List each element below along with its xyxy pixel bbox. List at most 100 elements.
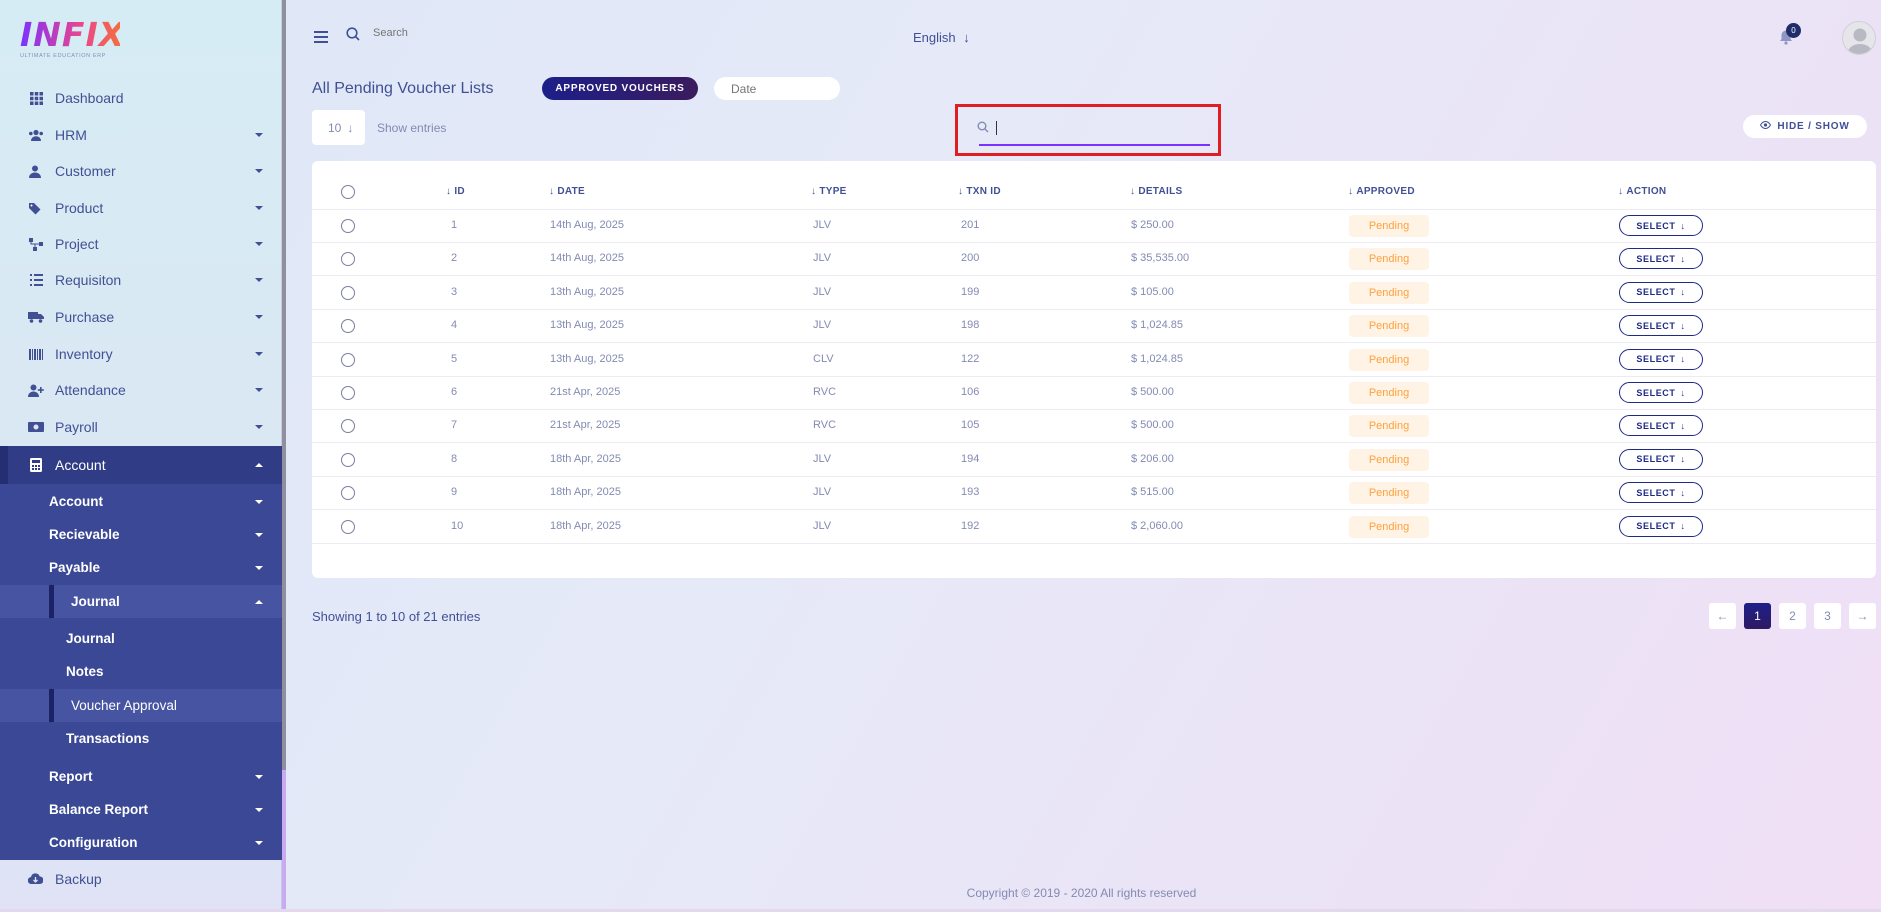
list-icon	[28, 273, 44, 287]
sidebar-item-label: Purchase	[55, 309, 115, 325]
brand-name: INFIX	[20, 15, 126, 54]
column-header-date[interactable]: ↓ DATE	[549, 186, 585, 197]
submenu-notes[interactable]: Notes	[0, 655, 282, 688]
row-divider	[312, 542, 1876, 544]
column-header-details[interactable]: ↓ DETAILS	[1130, 186, 1182, 197]
sidebar-item-payroll[interactable]: Payroll	[0, 409, 282, 445]
row-checkbox[interactable]	[341, 386, 355, 400]
submenu-configuration[interactable]: Configuration	[0, 826, 282, 859]
date-filter-input[interactable]	[714, 77, 840, 100]
prev-page-button[interactable]: ←	[1709, 603, 1736, 629]
entries-select[interactable]: 10 ↓	[312, 110, 365, 145]
column-header-action[interactable]: ↓ ACTION	[1618, 186, 1666, 197]
language-select[interactable]: English ↓	[913, 30, 970, 45]
sidebar-item-account[interactable]: Account	[0, 446, 282, 484]
row-checkbox[interactable]	[341, 319, 355, 334]
select-action-button[interactable]: SELECT ↓	[1619, 315, 1703, 337]
row-checkbox[interactable]	[341, 285, 355, 300]
cell-date: 13th Aug, 2025	[550, 285, 625, 298]
next-page-button[interactable]: →	[1849, 603, 1876, 629]
select-action-button[interactable]: SELECT ↓	[1619, 281, 1703, 303]
table-search-box[interactable]	[955, 104, 1221, 156]
chevron-up-icon	[255, 463, 263, 467]
sidebar-item-hrm[interactable]: HRM	[0, 117, 282, 153]
user-icon	[28, 164, 44, 178]
sidebar-item-inventory[interactable]: Inventory	[0, 336, 282, 372]
sidebar-item-product[interactable]: Product	[0, 190, 282, 226]
column-header-id[interactable]: ↓ ID	[446, 186, 465, 197]
select-action-button[interactable]: SELECT ↓	[1619, 415, 1703, 437]
status-badge: Pending	[1349, 348, 1429, 371]
row-checkbox[interactable]	[341, 486, 355, 501]
header-search-input[interactable]	[373, 27, 493, 39]
select-action-button[interactable]: SELECT ↓	[1619, 382, 1703, 403]
sidebar-item-label: Dashboard	[55, 90, 124, 106]
submenu-label: Notes	[66, 664, 104, 679]
hide-show-button[interactable]: HIDE / SHOW	[1743, 115, 1867, 138]
cell-date: 21st Apr, 2025	[550, 386, 621, 398]
page-button-2[interactable]: 2	[1779, 603, 1806, 629]
sidebar-item-project[interactable]: Project	[0, 226, 282, 262]
submenu-account[interactable]: Account	[0, 485, 282, 518]
brand-tagline: ULTIMATE EDUCATION ERP	[20, 53, 106, 59]
select-action-button[interactable]: SELECT ↓	[1619, 448, 1703, 470]
menu-toggle-icon[interactable]	[314, 31, 328, 43]
page-button-1[interactable]: 1	[1744, 603, 1771, 629]
row-checkbox[interactable]	[341, 352, 355, 367]
row-checkbox[interactable]	[341, 252, 355, 267]
submenu-balance-report[interactable]: Balance Report	[0, 793, 282, 826]
cell-id: 10	[451, 519, 464, 532]
select-all-checkbox[interactable]	[341, 185, 355, 199]
select-action-button[interactable]: SELECT ↓	[1619, 515, 1703, 537]
approved-vouchers-button[interactable]: APPROVED VOUCHERS	[542, 77, 698, 100]
submenu-journal-group[interactable]: Journal	[0, 585, 282, 618]
page-button-3[interactable]: 3	[1814, 603, 1841, 629]
arrow-left-icon: ←	[1716, 609, 1729, 623]
column-header-label: DATE	[557, 186, 585, 197]
row-checkbox[interactable]	[341, 452, 355, 467]
submenu-report[interactable]: Report	[0, 760, 282, 793]
avatar[interactable]	[1842, 21, 1876, 55]
column-header-label: TYPE	[819, 186, 847, 197]
cell-type: CLV	[813, 352, 834, 365]
row-checkbox[interactable]	[341, 219, 355, 233]
cell-details: $ 105.00	[1131, 285, 1174, 298]
column-header-type[interactable]: ↓ TYPE	[811, 186, 847, 197]
submenu-journal[interactable]: Journal	[0, 622, 282, 655]
select-action-button[interactable]: SELECT ↓	[1619, 348, 1703, 370]
cell-txn-id: 122	[961, 352, 980, 365]
sidebar-item-attendance[interactable]: Attendance	[0, 372, 282, 408]
submenu-voucher-approval[interactable]: Voucher Approval	[0, 689, 282, 722]
sidebar-item-customer[interactable]: Customer	[0, 153, 282, 189]
select-action-button[interactable]: SELECT ↓	[1619, 482, 1703, 504]
submenu-payable[interactable]: Payable	[0, 551, 282, 584]
sort-arrow-icon: ↓	[958, 186, 964, 197]
cell-type: JLV	[813, 252, 832, 265]
row-checkbox[interactable]	[341, 519, 355, 534]
chevron-down-icon	[255, 133, 263, 137]
search-icon	[977, 120, 989, 138]
sidebar-item-label: Product	[55, 200, 104, 216]
notification-badge: 0	[1786, 23, 1801, 38]
row-checkbox[interactable]	[341, 419, 355, 434]
sidebar-item-purchase[interactable]: Purchase	[0, 299, 282, 335]
sidebar-scrollbar[interactable]	[282, 0, 286, 770]
column-header-txn-id[interactable]: ↓ TXN ID	[958, 186, 1001, 197]
sidebar-item-dashboard[interactable]: Dashboard	[0, 80, 282, 116]
cell-id: 7	[451, 419, 458, 432]
tag-icon	[28, 201, 44, 215]
submenu-recievable[interactable]: Recievable	[0, 518, 282, 551]
status-badge: Pending	[1349, 248, 1429, 271]
table-search-input[interactable]	[998, 117, 1198, 139]
select-action-button[interactable]: SELECT ↓	[1619, 215, 1703, 236]
entries-value: 10	[328, 120, 342, 135]
app-logo[interactable]: INFIX ULTIMATE EDUCATION ERP	[20, 15, 126, 60]
cell-details: $ 500.00	[1131, 419, 1174, 432]
status-badge: Pending	[1349, 515, 1429, 538]
status-badge: Pending	[1349, 448, 1429, 471]
select-action-button[interactable]: SELECT ↓	[1619, 248, 1703, 270]
column-header-approved[interactable]: ↓ APPROVED	[1348, 186, 1415, 197]
sidebar-item-requisiton[interactable]: Requisiton	[0, 262, 282, 298]
submenu-transactions[interactable]: Transactions	[0, 722, 282, 755]
status-badge: Pending	[1349, 215, 1429, 237]
